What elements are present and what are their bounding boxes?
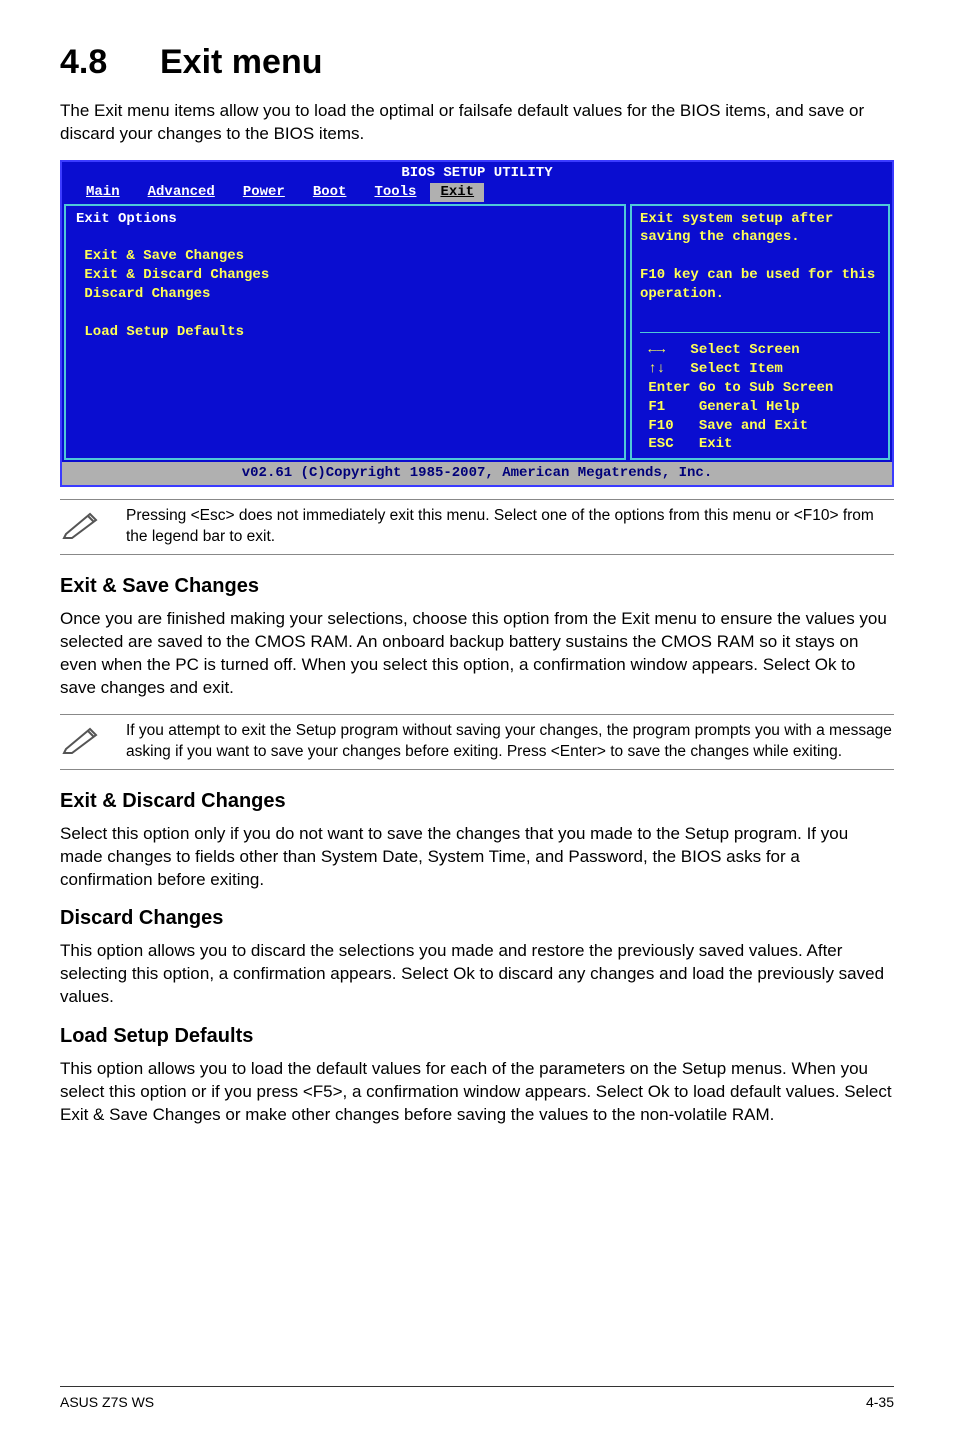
pencil-icon — [60, 721, 108, 755]
tab-boot: Boot — [299, 183, 361, 202]
page-heading: 4.8Exit menu — [60, 40, 894, 86]
footer-right: 4-35 — [866, 1393, 894, 1412]
note-2: If you attempt to exit the Setup program… — [60, 714, 894, 770]
help-text-2: F10 key can be used for this operation. — [640, 267, 884, 302]
hint-select-item: ↑↓ Select Item — [640, 361, 783, 377]
menu-item-save-changes: Exit & Save Changes — [84, 248, 244, 264]
bios-footer: v02.61 (C)Copyright 1985-2007, American … — [62, 462, 892, 485]
exit-options-heading: Exit Options — [76, 211, 177, 227]
menu-item-discard-exit: Exit & Discard Changes — [84, 267, 269, 283]
note-2-text: If you attempt to exit the Setup program… — [126, 721, 894, 763]
bios-tab-bar: Main Advanced Power Boot Tools Exit — [62, 183, 892, 202]
help-separator — [640, 332, 880, 333]
hint-enter: Enter Go to Sub Screen — [640, 380, 833, 396]
p-exit-discard: Select this option only if you do not wa… — [60, 823, 894, 892]
bios-title: BIOS SETUP UTILITY — [62, 162, 892, 183]
menu-item-load-defaults: Load Setup Defaults — [84, 324, 244, 340]
p-load-defaults: This option allows you to load the defau… — [60, 1058, 894, 1127]
section-number: 4.8 — [60, 40, 160, 86]
hint-f1: F1 General Help — [640, 399, 800, 415]
bios-right-pane: Exit system setup after saving the chang… — [630, 204, 890, 461]
p-exit-save: Once you are finished making your select… — [60, 608, 894, 700]
bios-screenshot: BIOS SETUP UTILITY Main Advanced Power B… — [60, 160, 894, 487]
hint-f10: F10 Save and Exit — [640, 418, 808, 434]
tab-power: Power — [229, 183, 299, 202]
h2-exit-save: Exit & Save Changes — [60, 573, 894, 600]
intro-paragraph: The Exit menu items allow you to load th… — [60, 100, 894, 146]
heading-title: Exit menu — [160, 43, 322, 81]
p-discard: This option allows you to discard the se… — [60, 940, 894, 1009]
footer-left: ASUS Z7S WS — [60, 1393, 154, 1412]
menu-item-discard: Discard Changes — [84, 286, 210, 302]
help-text-1: Exit system setup after saving the chang… — [640, 211, 842, 246]
bios-body: Exit Options Exit & Save Changes Exit & … — [62, 202, 892, 463]
h2-load-defaults: Load Setup Defaults — [60, 1023, 894, 1050]
note-1-text: Pressing <Esc> does not immediately exit… — [126, 506, 894, 548]
hint-esc: ESC Exit — [640, 436, 732, 452]
pencil-icon — [60, 506, 108, 540]
h2-exit-discard: Exit & Discard Changes — [60, 788, 894, 815]
page-footer: ASUS Z7S WS 4-35 — [60, 1386, 894, 1412]
hint-select-screen: ←→ Select Screen — [640, 342, 800, 358]
tab-main: Main — [72, 183, 134, 202]
h2-discard: Discard Changes — [60, 905, 894, 932]
bios-left-pane: Exit Options Exit & Save Changes Exit & … — [64, 204, 626, 461]
tab-tools: Tools — [360, 183, 430, 202]
tab-advanced: Advanced — [134, 183, 229, 202]
note-1: Pressing <Esc> does not immediately exit… — [60, 499, 894, 555]
tab-exit: Exit — [430, 183, 484, 202]
